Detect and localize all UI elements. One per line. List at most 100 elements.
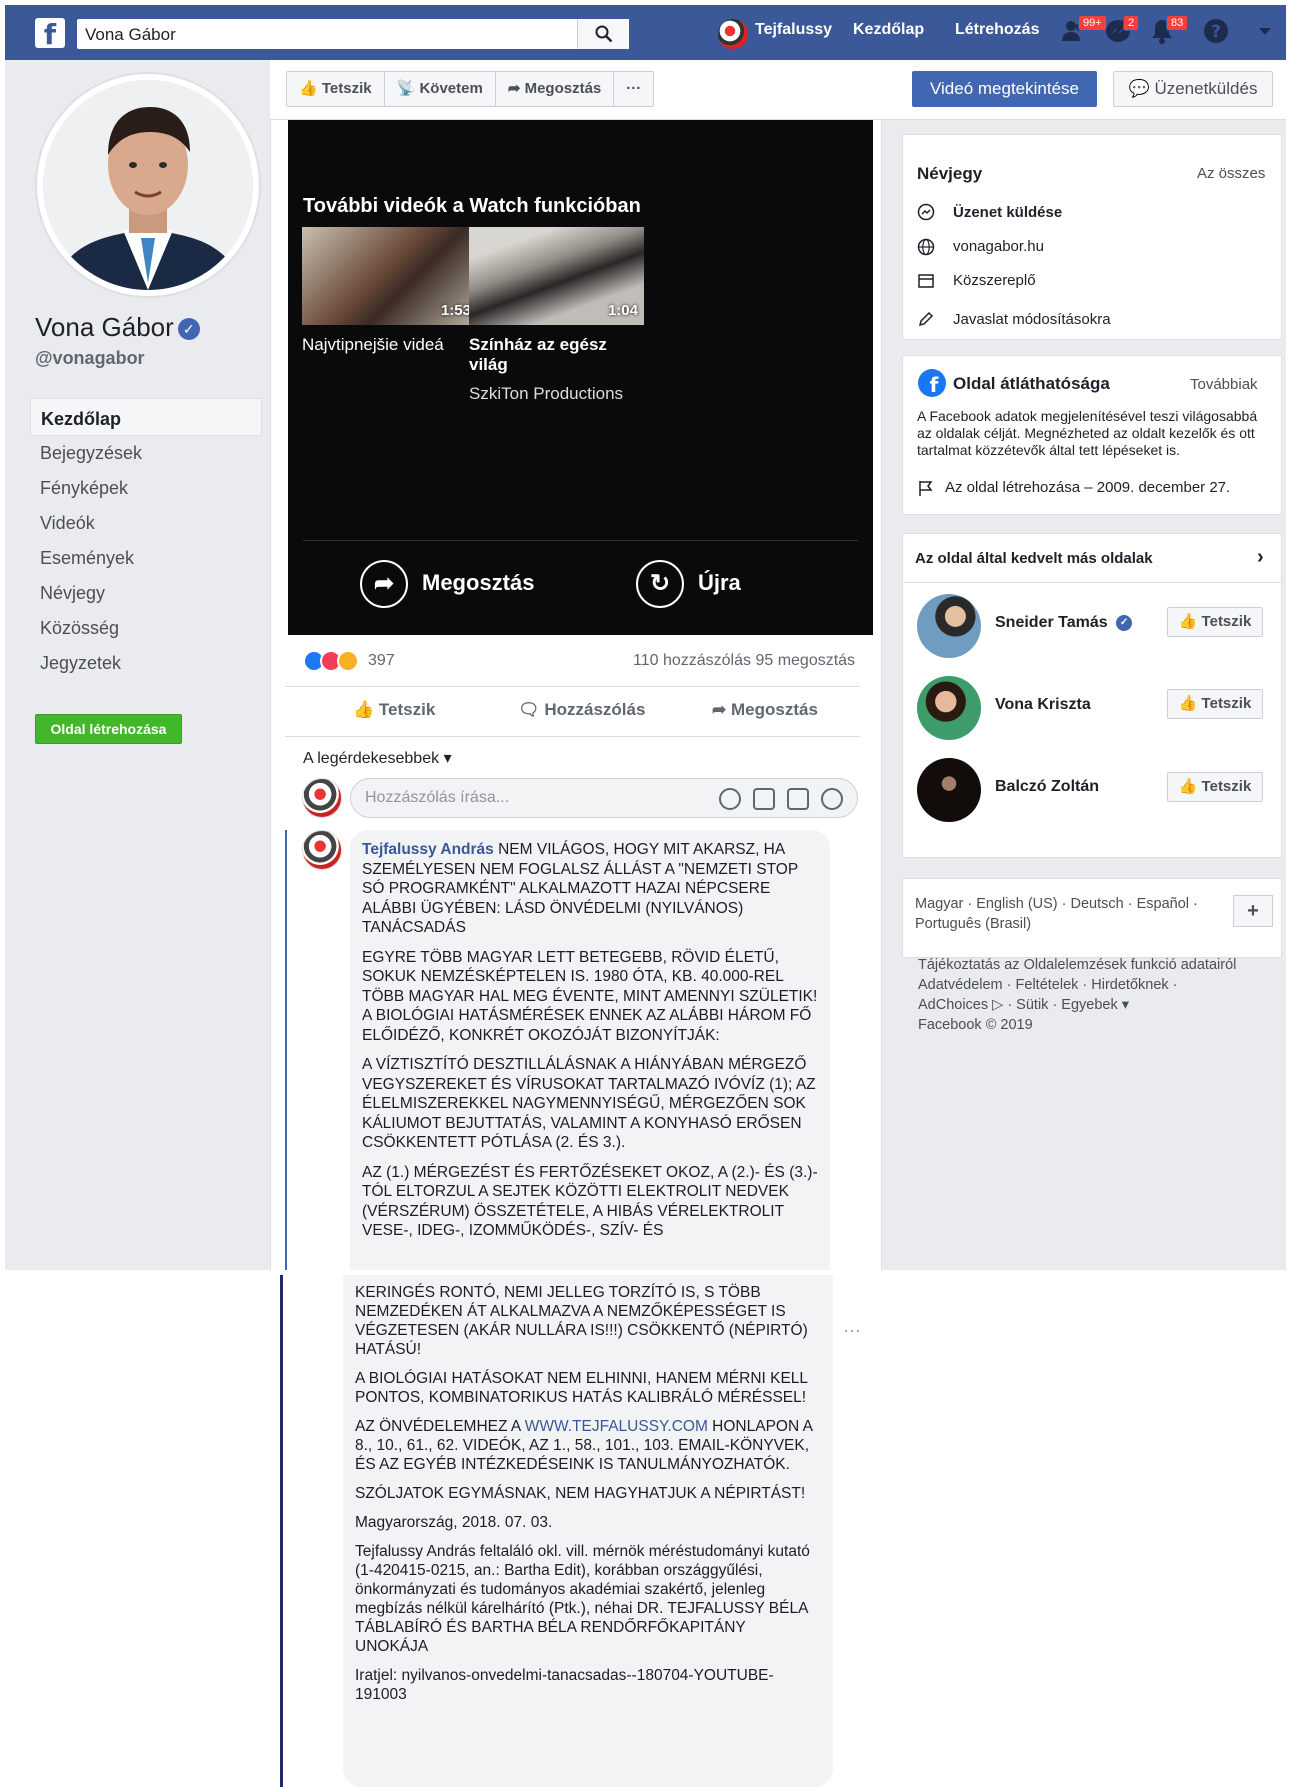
comment-author[interactable]: Tejfalussy András (362, 841, 494, 858)
about-see-all[interactable]: Az összes (1197, 165, 1265, 182)
replay-button[interactable]: ↻ Újra (636, 560, 741, 608)
language-list-line-1: Magyar · English (US) · Deutsch · Españo… (915, 896, 1198, 912)
messenger-icon[interactable]: 2 (1105, 15, 1140, 49)
liked-page-name-1[interactable]: Sneider Tamás ✓ (995, 614, 1133, 632)
notifications-icon[interactable]: 83 (1148, 15, 1189, 49)
wow-reaction-icon (337, 650, 359, 672)
footer-links-2[interactable]: AdChoices ▷ · Sütik · Egyebek ▾ (918, 995, 1129, 1015)
post-comment-button[interactable]: 🗨 Hozzászólás (518, 700, 645, 720)
video-share-button[interactable]: ➦ Megosztás (360, 560, 534, 608)
watch-video-button[interactable]: Videó megtekintése (912, 71, 1097, 107)
language-list[interactable]: Magyar · English (US) · Deutsch · Españo… (915, 894, 1198, 934)
user-avatar[interactable] (718, 19, 748, 49)
comment-thread-line (285, 830, 287, 1270)
sidebar-item-home[interactable]: Kezdőlap (30, 398, 262, 436)
liked-page-like-button-1[interactable]: 👍 Tetszik (1167, 607, 1263, 637)
messenger-small-icon: 💬 (1128, 79, 1150, 98)
transparency-more[interactable]: Továbbiak (1190, 376, 1258, 393)
comment-options-icon[interactable]: ··· (843, 1320, 861, 1341)
liked-page-name-2[interactable]: Vona Kriszta (995, 696, 1091, 714)
sticker-icon[interactable] (821, 788, 843, 810)
chevron-right-icon[interactable]: › (1257, 546, 1264, 569)
comment-bubble: Tejfalussy András NEM VILÁGOS, HOGY MIT … (350, 830, 830, 1270)
liked-pages-title[interactable]: Az oldal által kedvelt más oldalak (915, 550, 1153, 567)
comment-input[interactable]: Hozzászólás írása... (350, 778, 858, 818)
help-icon[interactable]: ? (1202, 17, 1234, 49)
replay-label: Újra (698, 569, 741, 595)
more-options-button[interactable]: ··· (614, 72, 653, 106)
profile-picture-frame[interactable] (35, 72, 261, 298)
liked-page-like-button-2[interactable]: 👍 Tetszik (1167, 689, 1263, 719)
liked-page-avatar-1[interactable] (917, 594, 981, 658)
video-channel-2[interactable]: SzkiTon Productions (469, 384, 623, 404)
footer-links-1[interactable]: Adatvédelem · Feltételek · Hirdetőknek · (918, 975, 1178, 995)
video-thumbnail-1[interactable]: 1:53 (302, 227, 477, 325)
create-page-button[interactable]: Oldal létrehozása (35, 714, 182, 744)
follow-button[interactable]: 📡 Követem (385, 72, 496, 106)
verified-badge-icon: ✓ (177, 318, 200, 341)
comment-link[interactable]: WWW.TEJFALUSSY.COM (525, 1418, 708, 1435)
nav-create[interactable]: Létrehozás (955, 21, 1039, 39)
sidebar-item-about[interactable]: Névjegy (30, 573, 262, 611)
facebook-logo-icon[interactable]: f (35, 18, 65, 51)
category-icon (918, 274, 934, 288)
search-input[interactable]: Vona Gábor (85, 25, 176, 45)
sidebar-item-videos[interactable]: Videók (30, 503, 262, 541)
emoji-icon[interactable] (719, 788, 741, 810)
search-button[interactable] (577, 19, 629, 49)
liked-page-like-label-2: Tetszik (1201, 695, 1252, 712)
sidebar-item-posts[interactable]: Bejegyzések (30, 433, 262, 471)
video-title-2[interactable]: Színház az egész világ (469, 335, 644, 375)
profile-picture[interactable] (43, 80, 253, 290)
thread-line (280, 1275, 283, 1787)
video-player[interactable]: További videók a Watch funkcióban 1:53 1… (288, 120, 873, 635)
sidebar-item-notes[interactable]: Jegyzetek (30, 643, 262, 681)
liked-page-avatar-2[interactable] (917, 676, 981, 740)
video-duration-1: 1:53 (440, 302, 471, 319)
rss-icon: 📡 (396, 80, 416, 97)
page-share-button[interactable]: ➦ Megosztás (496, 72, 615, 106)
send-message-button[interactable]: 💬 Üzenetküldés (1113, 71, 1273, 107)
transparency-title[interactable]: Oldal átláthatósága (953, 374, 1110, 394)
liked-page-name-3[interactable]: Balczó Zoltán (995, 778, 1099, 796)
page-handle[interactable]: @vonagabor (35, 348, 145, 369)
about-title[interactable]: Névjegy (917, 164, 982, 184)
svg-text:f: f (930, 373, 939, 397)
video-divider (303, 540, 858, 541)
liked-page-like-button-3[interactable]: 👍 Tetszik (1167, 772, 1263, 802)
comment-author-avatar[interactable] (302, 830, 342, 870)
page-actions: 👍 Tetszik 📡 Követem ➦ Megosztás ··· (286, 71, 655, 107)
comment-paragraph-9: Tejfalussy András feltaláló okl. vill. m… (355, 1543, 810, 1655)
search-bar[interactable]: Vona Gábor (77, 19, 629, 49)
more-videos-title: További videók a Watch funkcióban (303, 195, 641, 217)
account-menu-chevron-down-icon[interactable] (1257, 25, 1289, 57)
about-card: Névjegy Az összes Üzenet küldése vonagab… (902, 134, 1282, 340)
commenter-avatar[interactable] (302, 778, 342, 818)
camera-icon[interactable] (753, 788, 775, 810)
language-card: Magyar · English (US) · Deutsch · Españo… (902, 878, 1282, 958)
about-category[interactable]: Közszereplő (953, 272, 1036, 289)
gif-icon[interactable] (787, 788, 809, 810)
comment-share-stats[interactable]: 110 hozzászólás 95 megosztás (633, 652, 855, 670)
page-like-button[interactable]: 👍 Tetszik (287, 72, 385, 106)
messages-badge: 2 (1123, 15, 1140, 31)
sidebar-item-events[interactable]: Események (30, 538, 262, 576)
post-share-button[interactable]: ➦ Megosztás (712, 700, 818, 720)
nav-profile-name[interactable]: Tejfalussy (755, 21, 832, 39)
post-like-button[interactable]: 👍 Tetszik (353, 700, 435, 720)
comment-bubble-continued: KERINGÉS RONTÓ, NEMI JELLEG TORZÍTÓ IS, … (343, 1275, 833, 1787)
add-language-button[interactable]: + (1233, 895, 1273, 927)
video-title-1[interactable]: Najvtipnejšie videá (302, 335, 444, 355)
about-website[interactable]: vonagabor.hu (953, 238, 1044, 255)
about-send-message[interactable]: Üzenet küldése (953, 204, 1062, 221)
footer-insights-link[interactable]: Tájékoztatás az Oldalelemzések funkció a… (918, 955, 1236, 975)
comment-sort-dropdown[interactable]: A legérdekesebbek ▾ (303, 748, 452, 768)
friend-requests-icon[interactable]: 99+ (1060, 15, 1107, 49)
about-suggest-edits[interactable]: Javaslat módosításokra (953, 311, 1111, 328)
video-thumbnail-2[interactable]: 1:04 (469, 227, 644, 325)
liked-page-avatar-3[interactable] (917, 758, 981, 822)
sidebar-item-community[interactable]: Közösség (30, 608, 262, 646)
sidebar-item-photos[interactable]: Fényképek (30, 468, 262, 506)
nav-home[interactable]: Kezdőlap (853, 21, 924, 39)
liked-page-like-label-3: Tetszik (1201, 778, 1252, 795)
